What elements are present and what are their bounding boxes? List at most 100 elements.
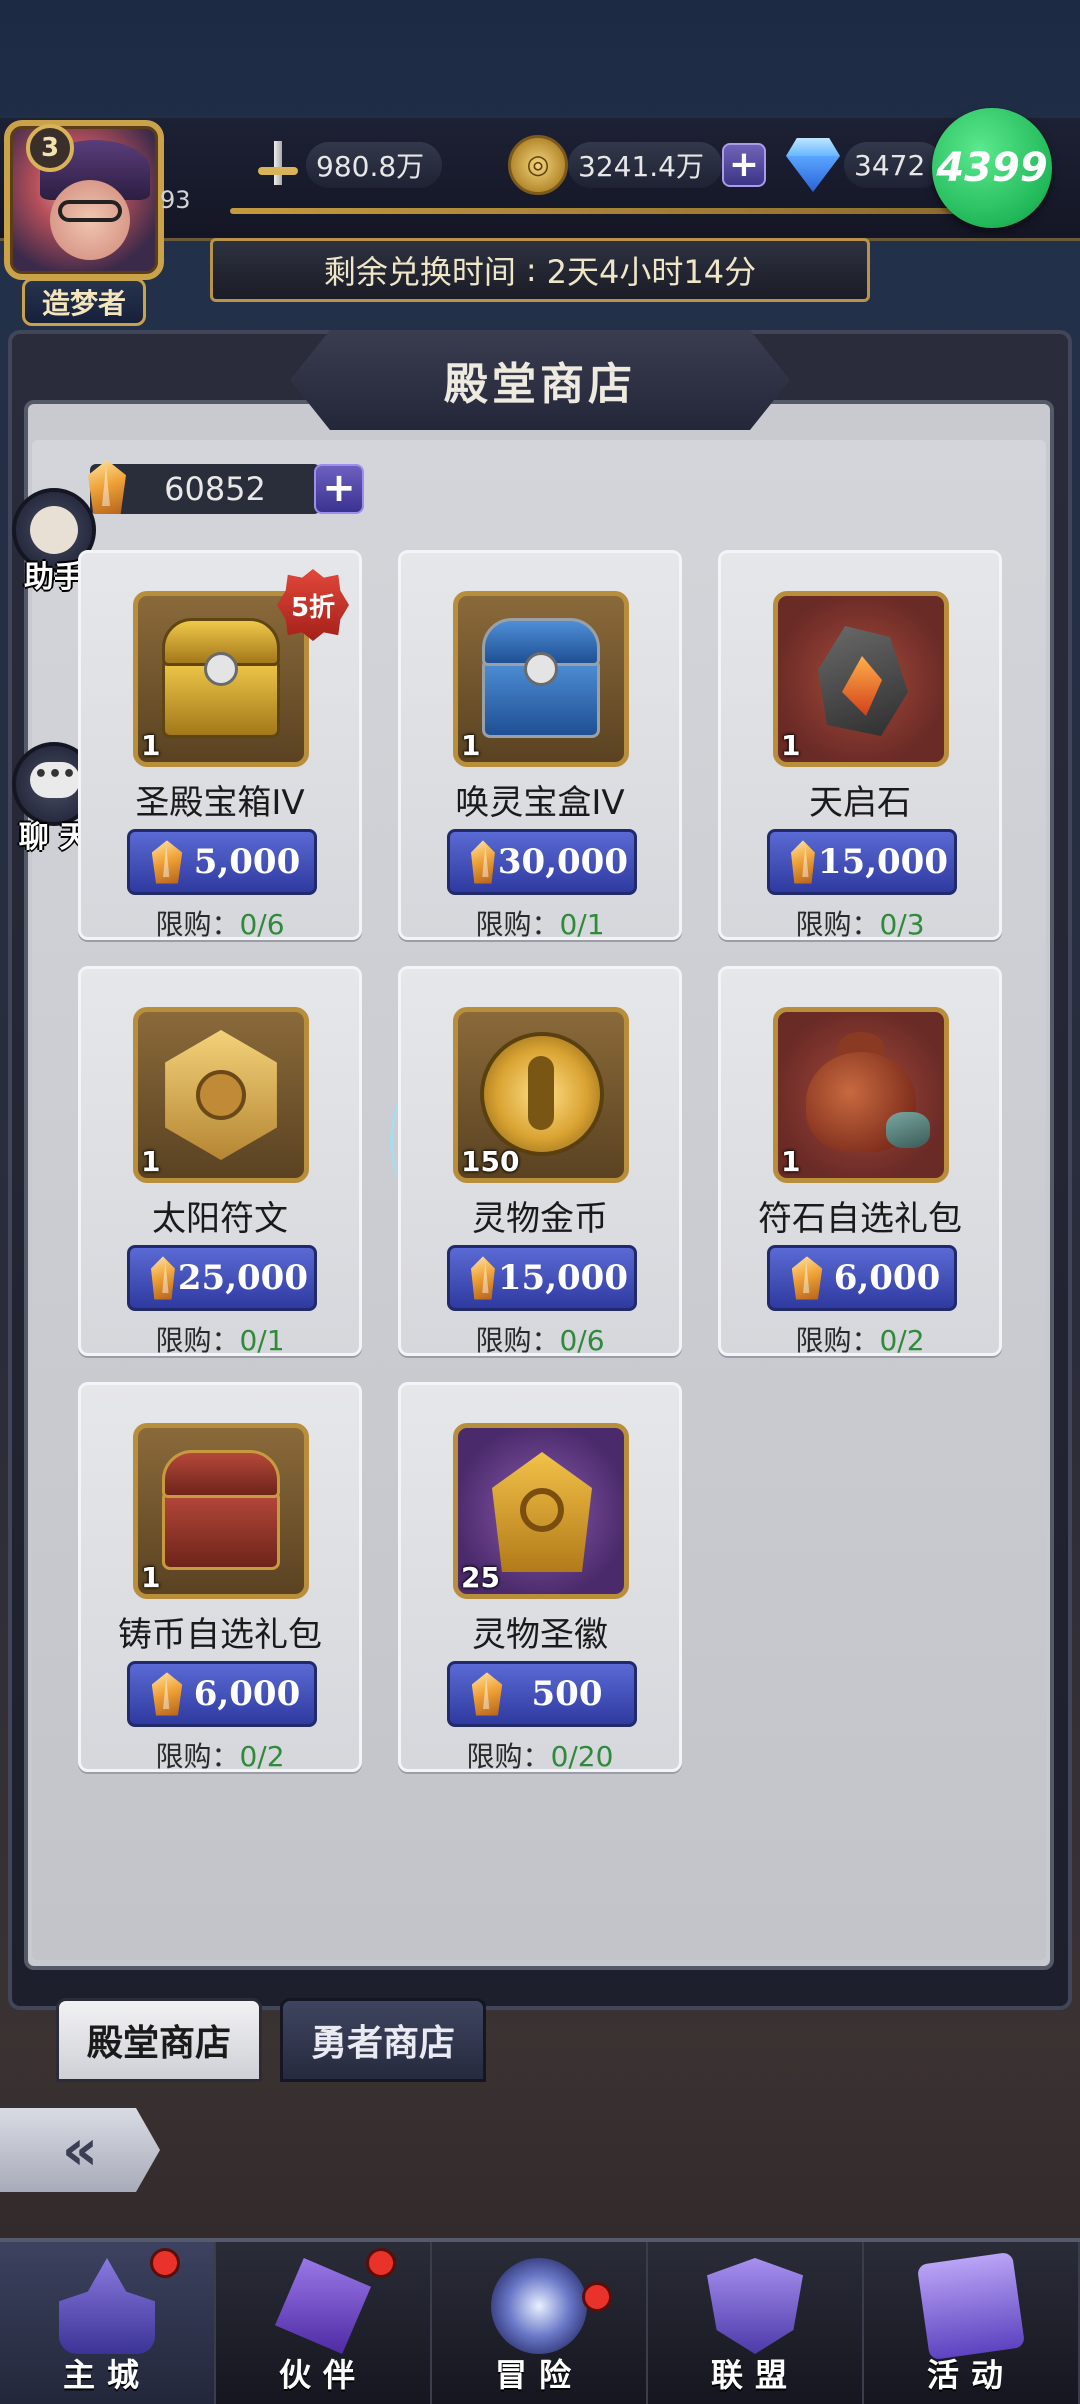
limit-label: 限购：	[795, 908, 880, 941]
player-level-badge: 3	[26, 124, 74, 172]
item-quantity: 150	[461, 1145, 520, 1178]
nav-label: 冒险	[494, 2356, 583, 2394]
crystal-currency-icon	[152, 840, 182, 883]
buy-button[interactable]: 15,000	[447, 1245, 637, 1311]
item-price: 5,000	[193, 842, 301, 882]
limit-label: 限购：	[155, 908, 240, 941]
item-quantity: 25	[461, 1561, 500, 1594]
purchase-limit: 限购：0/1	[81, 1319, 359, 1359]
diamond-icon	[782, 138, 844, 192]
limit-count: 0/3	[879, 908, 925, 941]
shop-item-card[interactable]: 1 符石自选礼包 6,000 限购：0/2	[718, 966, 1002, 1359]
helper-portrait-icon	[30, 506, 78, 554]
shop-item-card[interactable]: 150 灵物金币 15,000 限购：0/6	[398, 966, 682, 1359]
limit-count: 0/6	[559, 1324, 605, 1357]
diamond-value: 3472	[854, 148, 926, 182]
nav-label: 联盟	[710, 2356, 799, 2394]
shop-item-card[interactable]: 1 太阳符文 25,000 限购：0/1	[78, 966, 362, 1359]
notification-dot	[150, 2248, 180, 2278]
shop-item-card[interactable]: 1 天启石 15,000 限购：0/3	[718, 550, 1002, 943]
limit-count: 0/1	[559, 908, 605, 941]
limit-label: 限购：	[475, 908, 560, 941]
item-price: 15,000	[497, 1258, 628, 1298]
buy-button[interactable]: 6,000	[127, 1661, 317, 1727]
crystal-currency-icon	[471, 840, 495, 883]
tab-hero-shop[interactable]: 勇者商店	[280, 1998, 486, 2082]
chat-bubble-icon: •••	[30, 762, 80, 798]
exp-bar	[230, 208, 990, 214]
bottom-navigation: 主城 伙伴 冒险 联盟 活动	[0, 2238, 1080, 2404]
back-arrow-icon: «	[61, 2117, 99, 2183]
back-button[interactable]: «	[0, 2108, 160, 2192]
limit-count: 0/6	[239, 908, 285, 941]
purchase-limit: 限购：0/1	[401, 903, 679, 943]
item-quantity: 1	[141, 1145, 161, 1178]
player-title: 造梦者	[22, 278, 146, 326]
buy-button[interactable]: 6,000	[767, 1245, 957, 1311]
tab-hall-shop[interactable]: 殿堂商店	[56, 1998, 262, 2082]
nav-main-city[interactable]: 主城	[0, 2242, 216, 2404]
item-quantity: 1	[141, 729, 161, 762]
item-price: 30,000	[497, 842, 628, 882]
crystal-currency-icon	[471, 1256, 495, 1299]
exp-value: 93	[160, 186, 191, 214]
add-gold-button[interactable]: +	[721, 143, 766, 187]
item-name: 太阳符文	[152, 1199, 288, 1239]
nav-activity[interactable]: 活动	[864, 2242, 1080, 2404]
item-quantity: 1	[461, 729, 481, 762]
gold-value: 3241.4万	[578, 150, 704, 183]
power-resource: 980.8万	[250, 137, 443, 193]
sword-icon	[250, 137, 306, 193]
limit-count: 0/20	[550, 1740, 614, 1773]
discount-badge: 5折	[277, 569, 349, 641]
item-name: 灵物圣徽	[472, 1615, 608, 1655]
limit-count: 0/2	[879, 1324, 925, 1357]
nav-label: 伙伴	[278, 2356, 367, 2394]
item-name: 天启石	[809, 783, 911, 823]
shop-item-card[interactable]: 25 灵物圣徽 500 限购：0/20	[398, 1382, 682, 1775]
shop-item-card[interactable]: 1 铸币自选礼包 6,000 限购：0/2	[78, 1382, 362, 1773]
crystal-currency-icon	[792, 1256, 822, 1299]
buy-button[interactable]: 5,000	[127, 829, 317, 895]
diamond-resource: 3472	[782, 138, 944, 192]
shop-item-card[interactable]: 1 唤灵宝盒IV 30,000 限购：0/1	[398, 550, 682, 943]
purchase-limit: 限购：0/6	[81, 903, 359, 943]
shop-currency-value: 60852	[164, 470, 266, 508]
shop-item-card[interactable]: 5折 1 圣殿宝箱IV 5,000 限购：0/6	[78, 550, 362, 943]
buy-button[interactable]: 15,000	[767, 829, 957, 895]
shop-title: 殿堂商店	[444, 359, 636, 410]
crystal-currency-icon	[88, 460, 126, 514]
purchase-limit: 限购：0/2	[721, 1319, 999, 1359]
item-price: 15,000	[817, 842, 948, 882]
4399-floating-button[interactable]: 4399	[932, 108, 1052, 228]
buy-button[interactable]: 25,000	[127, 1245, 317, 1311]
timer-value: 2天4小时14分	[546, 253, 757, 291]
item-price: 6,000	[833, 1258, 941, 1298]
purchase-limit: 限购：0/20	[401, 1735, 679, 1775]
shop-title-banner: 殿堂商店	[290, 330, 790, 430]
item-name: 铸币自选礼包	[118, 1615, 322, 1655]
alliance-icon	[707, 2258, 803, 2354]
nav-label: 主城	[62, 2356, 151, 2394]
item-name: 灵物金币	[472, 1199, 608, 1239]
gold-coin-icon: ◎	[508, 135, 568, 195]
limit-label: 限购：	[795, 1324, 880, 1357]
add-currency-button[interactable]: +	[314, 464, 364, 514]
purchase-limit: 限购：0/6	[401, 1319, 679, 1359]
limit-label: 限购：	[475, 1324, 560, 1357]
partner-icon	[275, 2258, 371, 2354]
nav-label: 活动	[926, 2356, 1015, 2394]
gold-resource: ◎ 3241.4万 +	[508, 135, 766, 195]
timer-separator: :	[525, 251, 537, 289]
nav-partner[interactable]: 伙伴	[216, 2242, 432, 2404]
purchase-limit: 限购：0/3	[721, 903, 999, 943]
nav-alliance[interactable]: 联盟	[648, 2242, 864, 2404]
buy-button[interactable]: 30,000	[447, 829, 637, 895]
timer-label: 剩余兑换时间	[323, 253, 516, 291]
nav-adventure[interactable]: 冒险	[432, 2242, 648, 2404]
notification-dot	[366, 2248, 396, 2278]
buy-button[interactable]: 500	[447, 1661, 637, 1727]
notification-dot	[582, 2282, 612, 2312]
castle-icon	[59, 2258, 155, 2354]
crystal-currency-icon	[472, 1672, 502, 1715]
